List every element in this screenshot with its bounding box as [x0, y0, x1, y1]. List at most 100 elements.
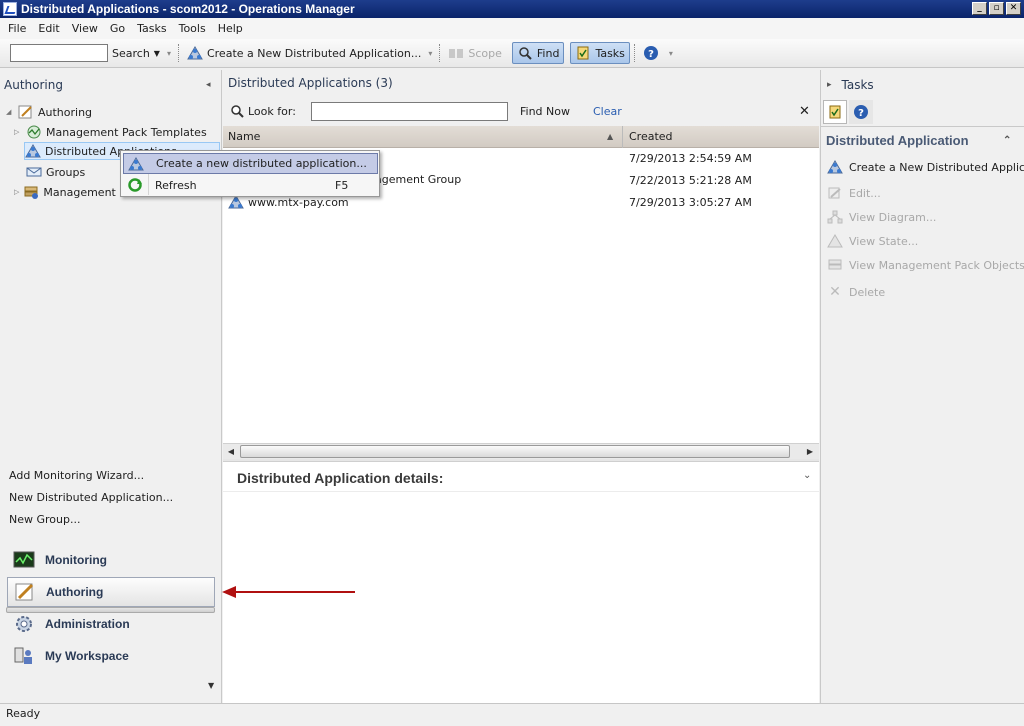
scope-label: Scope [468, 46, 502, 60]
navigation-pane-header: Authoring ◂ [0, 70, 221, 100]
app-icon [3, 2, 17, 16]
menu-tasks[interactable]: Tasks [131, 22, 172, 35]
diagram-icon [827, 210, 843, 224]
wunderbar-administration[interactable]: Administration [7, 609, 215, 639]
minimize-button[interactable]: _ [972, 2, 987, 15]
task-label: View State... [849, 234, 919, 248]
details-divider [223, 491, 819, 492]
help-icon[interactable]: ? [643, 45, 659, 61]
task-create-distributed-app[interactable]: Create a New Distributed Application [827, 160, 1024, 174]
context-menu-refresh[interactable]: Refresh F5 [123, 175, 378, 196]
sort-ascending-icon: ▲ [607, 132, 614, 141]
wunderbar-my-workspace[interactable]: My Workspace [7, 641, 215, 671]
menu-bar: File Edit View Go Tasks Tools Help [0, 18, 1024, 39]
column-header-created[interactable]: Created [624, 126, 819, 148]
row-name: agement Group [375, 173, 462, 186]
clipboard-icon [577, 46, 589, 60]
wunderbar-label: My Workspace [45, 649, 129, 663]
search-icon [231, 105, 244, 118]
status-bar: Ready [0, 703, 1024, 726]
horizontal-scrollbar[interactable]: ◀ ▶ [223, 443, 819, 459]
tree-item-label: Authoring [38, 105, 93, 119]
scope-button[interactable]: Scope [444, 42, 506, 64]
scrollbar-thumb[interactable] [240, 445, 790, 458]
maximize-button[interactable]: ▫ [989, 2, 1004, 15]
context-menu-create-distributed-app[interactable]: Create a new distributed application... [123, 153, 378, 174]
look-for-input[interactable] [311, 101, 508, 121]
close-button[interactable]: ✕ [1006, 2, 1021, 15]
tree-item-management-pack-templates[interactable]: ▷ Management Pack Templates [14, 123, 207, 141]
task-view-management-pack-objects[interactable]: View Management Pack Objects... ▶ [827, 258, 1024, 272]
add-monitoring-wizard-link[interactable]: Add Monitoring Wizard... [9, 468, 173, 490]
distributed-app-icon [827, 160, 843, 174]
results-pane-header: Distributed Applications (3) [223, 70, 819, 96]
task-view-state[interactable]: View State... [827, 234, 918, 248]
collapse-pane-icon[interactable]: ◂ [206, 80, 211, 90]
status-text: Ready [6, 707, 41, 720]
task-edit[interactable]: Edit... [827, 186, 881, 200]
state-icon [827, 234, 843, 248]
title-bar: Distributed Applications - scom2012 - Op… [0, 0, 1024, 18]
configure-buttons-icon[interactable]: ▼ [208, 681, 214, 690]
toolbar-grip-icon: ▾ [668, 48, 673, 58]
tasks-button[interactable]: Tasks [570, 42, 630, 64]
column-header-name[interactable]: Name ▲ [223, 126, 623, 148]
toolbar-search-input[interactable] [10, 44, 108, 62]
window-title: Distributed Applications - scom2012 - Op… [21, 2, 355, 16]
wunderbar-monitoring[interactable]: Monitoring [7, 545, 215, 575]
tree-collapsed-icon[interactable]: ▷ [14, 128, 22, 136]
create-distributed-app-button[interactable]: Create a New Distributed Application... [183, 42, 425, 64]
distributed-app-icon [187, 46, 203, 60]
scroll-right-icon[interactable]: ▶ [803, 445, 817, 458]
tree-collapsed-icon[interactable]: ▷ [14, 188, 19, 196]
find-bar: Look for: Find Now Clear ✕ [223, 96, 819, 126]
tree-expanded-icon[interactable]: ◢ [6, 108, 14, 116]
menu-file[interactable]: File [2, 22, 32, 35]
scroll-left-icon[interactable]: ◀ [224, 445, 238, 458]
tree-item-groups[interactable]: Groups [26, 163, 85, 181]
navigation-pane-title: Authoring [4, 78, 63, 92]
toolbar-separator [633, 44, 635, 62]
my-workspace-icon [14, 647, 32, 664]
menu-edit[interactable]: Edit [32, 22, 65, 35]
task-label: Edit... [849, 186, 881, 200]
details-splitter[interactable] [223, 459, 819, 462]
task-section-title: Distributed Application [826, 133, 969, 148]
edit-icon [828, 187, 841, 199]
row-created: 7/29/2013 3:05:27 AM [629, 196, 752, 209]
help-icon: ? [854, 105, 868, 119]
menu-help[interactable]: Help [212, 22, 249, 35]
task-view-diagram[interactable]: View Diagram... [827, 210, 936, 224]
new-group-link[interactable]: New Group... [9, 512, 173, 534]
tree-item-management-pack-objects[interactable]: ▷ Management Pack Objects [14, 183, 120, 201]
search-button[interactable]: Search ▼ [108, 42, 164, 64]
task-delete[interactable]: ✕ Delete [827, 284, 885, 300]
tasks-tab[interactable] [823, 100, 847, 124]
menu-view[interactable]: View [66, 22, 104, 35]
find-icon [519, 47, 532, 60]
menu-go[interactable]: Go [104, 22, 131, 35]
close-find-icon[interactable]: ✕ [799, 104, 810, 119]
scope-icon [449, 49, 464, 58]
wunderbar-authoring[interactable]: Authoring [7, 577, 215, 607]
task-section-header[interactable]: Distributed Application ⌃ [821, 126, 1024, 154]
row-name: www.mtx-pay.com [248, 195, 349, 209]
groups-icon [26, 167, 42, 177]
new-distributed-application-link[interactable]: New Distributed Application... [9, 490, 173, 512]
find-button[interactable]: Find [511, 42, 565, 64]
menu-tools[interactable]: Tools [173, 22, 212, 35]
toolbar-separator [439, 44, 441, 62]
clear-link[interactable]: Clear [593, 105, 622, 118]
details-collapse-icon[interactable]: ⌄ [803, 470, 811, 481]
task-label: Delete [849, 285, 886, 299]
details-title: Distributed Application details: [237, 470, 444, 486]
help-tab[interactable]: ? [849, 100, 873, 124]
expand-pane-icon[interactable]: ▸ [827, 80, 832, 90]
refresh-icon [128, 178, 142, 192]
find-now-button[interactable]: Find Now [520, 105, 570, 118]
section-collapse-icon[interactable]: ⌃ [1003, 135, 1011, 146]
row-created: 7/22/2013 5:21:28 AM [629, 174, 752, 187]
authoring-icon [18, 105, 32, 119]
tree-item-authoring-root[interactable]: ◢ Authoring [6, 103, 92, 121]
distributed-app-icon [228, 195, 244, 209]
